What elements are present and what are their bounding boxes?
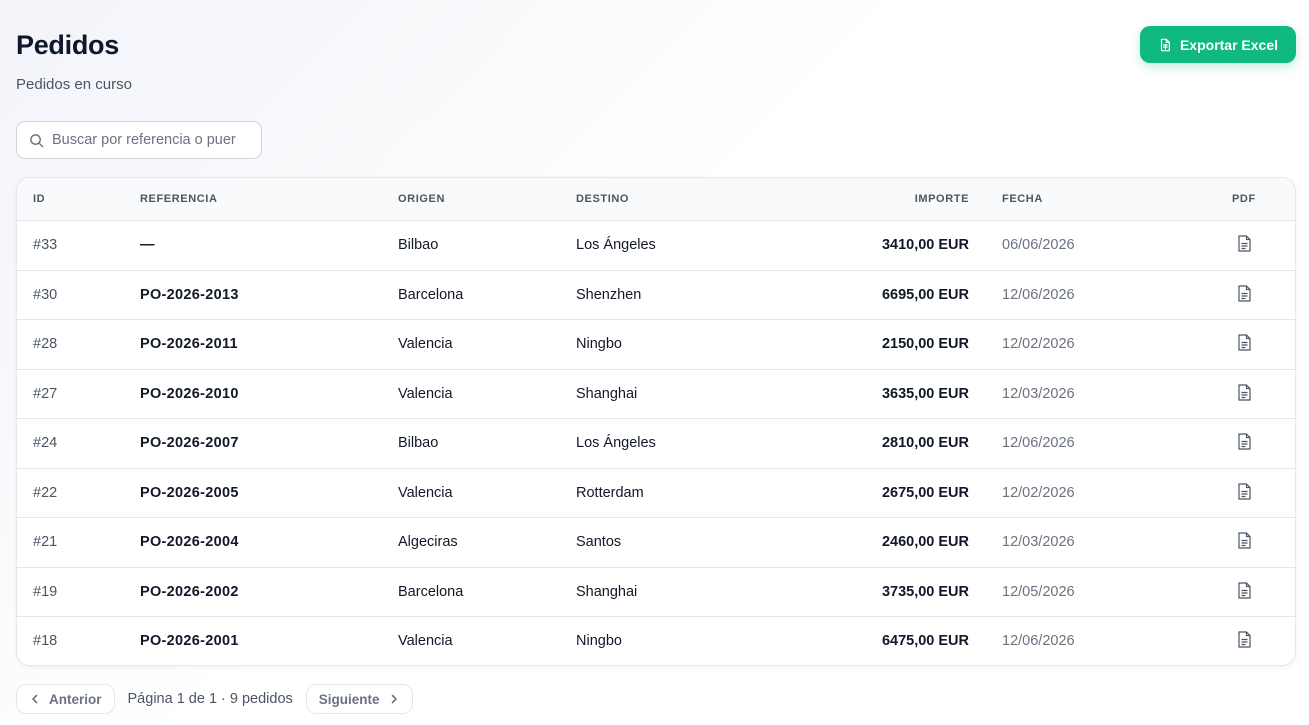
order-reference: PO-2026-2001 [140, 633, 239, 649]
order-id: #21 [33, 534, 58, 550]
order-reference: PO-2026-2005 [140, 484, 239, 501]
order-origin: Barcelona [398, 583, 464, 600]
chevron-left-icon [29, 693, 41, 705]
order-destination: Shanghai [576, 385, 638, 402]
pdf-download-icon[interactable] [1237, 235, 1252, 252]
order-destination: Ningbo [576, 336, 622, 352]
order-destination: Shenzhen [576, 286, 642, 303]
order-reference: PO-2026-2007 [140, 435, 239, 451]
order-origin: Valencia [398, 633, 453, 649]
pdf-download-icon[interactable] [1237, 383, 1252, 401]
order-reference: PO-2026-2004 [140, 534, 239, 550]
column-header-destino[interactable]: DESTINO [576, 193, 629, 205]
search-box[interactable] [16, 121, 262, 159]
table-row[interactable]: #24 PO-2026-2007 Bilbao Los Ángeles 2810,00 … [17, 419, 1295, 469]
file-spreadsheet-icon [1158, 38, 1172, 52]
pdf-download-icon[interactable] [1237, 631, 1252, 648]
previous-page-label: Anterior [49, 691, 102, 707]
order-id: #22 [33, 484, 58, 501]
order-amount: 3735,00 EUR [881, 583, 969, 600]
order-destination: Rotterdam [576, 484, 644, 501]
pdf-download-icon[interactable] [1237, 284, 1252, 302]
order-amount: 2675,00 EUR [881, 484, 969, 501]
table-row[interactable]: #30 PO-2026-2013 Barcelona Shenzhen 6695,00 … [17, 271, 1295, 320]
order-amount: 3410,00 EUR [881, 237, 969, 253]
order-id: #28 [33, 336, 58, 352]
order-origin: Valencia [398, 336, 453, 352]
column-header-id[interactable]: ID [33, 193, 45, 205]
column-header-fecha[interactable]: FECHA [1002, 193, 1043, 205]
pdf-download-icon[interactable] [1237, 334, 1252, 351]
next-page-label: Siguiente [318, 691, 380, 707]
order-amount: 6695,00 EUR [881, 286, 969, 303]
next-page-button[interactable]: Siguiente [305, 684, 413, 714]
order-amount: 6475,00 EUR [881, 633, 969, 649]
order-date: 12/03/2026 [1002, 534, 1075, 550]
order-amount: 2810,00 EUR [881, 435, 969, 451]
order-destination: Los Ángeles [576, 237, 656, 253]
order-date: 12/06/2026 [1002, 435, 1075, 451]
order-date: 06/06/2026 [1002, 237, 1075, 253]
order-destination: Los Ángeles [576, 435, 656, 451]
column-header-pdf: PDF [1232, 193, 1256, 205]
column-header-origen[interactable]: ORIGEN [398, 193, 445, 205]
search-icon [29, 133, 44, 148]
order-id: #18 [33, 633, 58, 649]
order-id: #30 [33, 286, 58, 303]
order-id: #27 [33, 385, 58, 402]
orders-table: ID REFERENCIA ORIGEN DESTINO IMPORTE FEC… [16, 177, 1296, 666]
table-row[interactable]: #27 PO-2026-2010 Valencia Shanghai 3635,00 E… [17, 370, 1295, 419]
table-row[interactable]: #28 PO-2026-2011 Valencia Ningbo 2150,00 EUR… [17, 320, 1295, 370]
table-row[interactable]: #18 PO-2026-2001 Valencia Ningbo 6475,00 EUR… [17, 617, 1295, 665]
pdf-download-icon[interactable] [1237, 581, 1252, 599]
previous-page-button[interactable]: Anterior [16, 684, 115, 714]
order-reference: PO-2026-2002 [140, 583, 239, 600]
table-row[interactable]: #33 — Bilbao Los Ángeles 3410,00 EUR 06/06/20… [17, 221, 1295, 271]
order-id: #24 [33, 435, 58, 451]
pdf-download-icon[interactable] [1237, 532, 1252, 549]
order-date: 12/06/2026 [1002, 633, 1075, 649]
order-date: 12/02/2026 [1002, 484, 1075, 501]
table-row[interactable]: #19 PO-2026-2002 Barcelona Shanghai 3735,00 … [17, 568, 1295, 617]
table-row[interactable]: #22 PO-2026-2005 Valencia Rotterdam 2675,00 … [17, 469, 1295, 518]
pagination: Anterior Página 1 de 1 · 9 pedidos Sigui… [16, 684, 413, 714]
column-header-referencia[interactable]: REFERENCIA [140, 193, 218, 205]
search-input[interactable] [52, 132, 252, 148]
column-header-importe[interactable]: IMPORTE [915, 193, 969, 205]
order-reference: PO-2026-2013 [140, 286, 239, 303]
export-excel-button[interactable]: Exportar Excel [1140, 26, 1296, 63]
order-date: 12/06/2026 [1002, 286, 1075, 303]
order-date: 12/05/2026 [1002, 583, 1075, 600]
table-header: ID REFERENCIA ORIGEN DESTINO IMPORTE FEC… [17, 178, 1295, 221]
export-excel-label: Exportar Excel [1179, 36, 1279, 53]
order-id: #33 [33, 237, 58, 253]
order-destination: Shanghai [576, 583, 638, 600]
order-amount: 2150,00 EUR [881, 336, 969, 352]
order-origin: Bilbao [398, 237, 439, 253]
order-origin: Barcelona [398, 286, 464, 303]
page-subtitle: Pedidos en curso [16, 76, 132, 93]
order-destination: Ningbo [576, 633, 622, 649]
pagination-info: Página 1 de 1 · 9 pedidos [127, 691, 293, 707]
pdf-download-icon[interactable] [1237, 433, 1252, 450]
order-reference: — [140, 237, 155, 253]
order-amount: 2460,00 EUR [881, 534, 969, 550]
order-date: 12/02/2026 [1002, 336, 1075, 352]
table-body: #33 — Bilbao Los Ángeles 3410,00 EUR 06/06/20… [17, 221, 1295, 665]
table-row[interactable]: #21 PO-2026-2004 Algeciras Santos 2460,00 EU… [17, 518, 1295, 568]
page-title: Pedidos [16, 30, 119, 60]
chevron-right-icon [388, 693, 400, 705]
order-origin: Valencia [398, 484, 453, 501]
order-amount: 3635,00 EUR [881, 385, 969, 402]
pdf-download-icon[interactable] [1237, 482, 1252, 500]
order-origin: Bilbao [398, 435, 439, 451]
order-destination: Santos [576, 534, 622, 550]
order-reference: PO-2026-2011 [140, 336, 238, 352]
order-origin: Valencia [398, 385, 453, 402]
order-date: 12/03/2026 [1002, 385, 1075, 402]
order-id: #19 [33, 583, 58, 600]
order-reference: PO-2026-2010 [140, 385, 239, 402]
order-origin: Algeciras [398, 534, 458, 550]
